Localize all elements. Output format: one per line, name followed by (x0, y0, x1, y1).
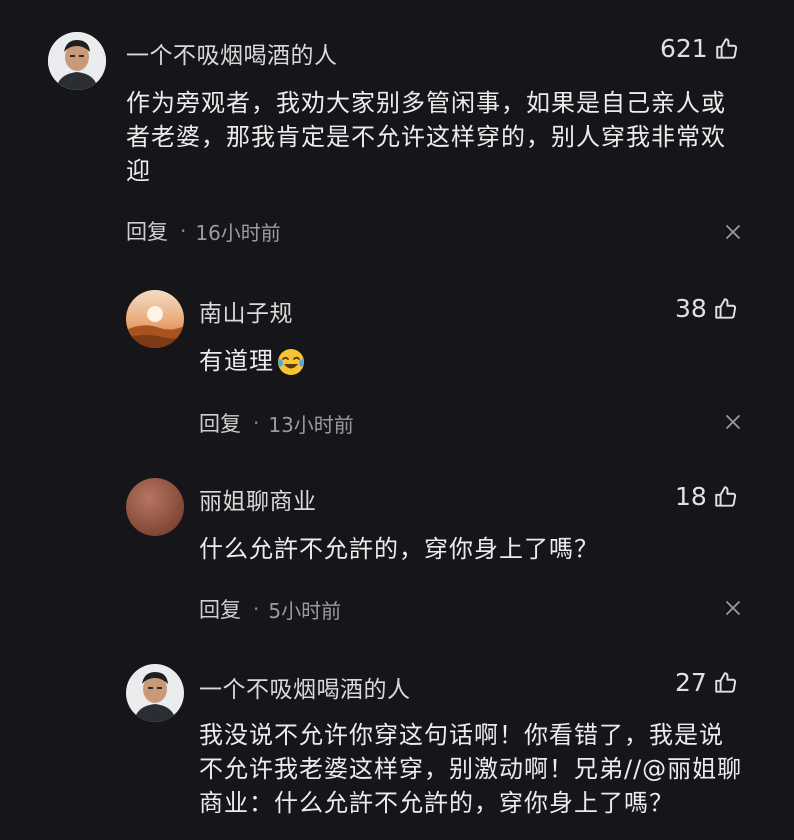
close-icon[interactable] (724, 599, 742, 617)
comment-meta: 回复 · 13小时前 (199, 408, 354, 438)
avatar[interactable] (48, 32, 106, 90)
comment-author[interactable]: 一个不吸烟喝酒的人 (126, 36, 338, 70)
reply-item: 南山子规 38 有道理 回复 · 13小时前 (0, 270, 794, 450)
desert-sunset-avatar-image (126, 290, 184, 348)
separator-dot: · (180, 219, 187, 243)
comment-author[interactable]: 南山子规 (199, 294, 293, 328)
thumbs-up-icon (715, 297, 736, 319)
crying-laughing-emoji-icon (278, 349, 304, 375)
comment-item: 一个不吸烟喝酒的人 621 作为旁观者，我劝大家别多管闲事，如果是自己亲人或者老… (0, 0, 794, 260)
like-count: 27 (675, 668, 707, 697)
person-avatar-image (126, 664, 184, 722)
thumbs-up-icon (715, 485, 736, 507)
reply-button[interactable]: 回复 (199, 408, 241, 438)
comment-meta: 回复 · 5小时前 (199, 594, 341, 624)
comment-text-row: 有道理 (199, 344, 739, 378)
reply-item: 丽姐聊商业 18 什么允許不允許的，穿你身上了嗎？ 回复 · 5小时前 (0, 458, 794, 638)
person-avatar-image (48, 32, 106, 90)
close-icon[interactable] (724, 413, 742, 431)
avatar[interactable] (126, 664, 184, 722)
like-count: 38 (675, 294, 707, 323)
comment-thread: 一个不吸烟喝酒的人 621 作为旁观者，我劝大家别多管闲事，如果是自己亲人或者老… (0, 0, 794, 840)
comment-text: 作为旁观者，我劝大家别多管闲事，如果是自己亲人或者老婆，那我肯定是不允许这样穿的… (126, 89, 726, 185)
like-button[interactable]: 621 (660, 34, 740, 63)
separator-dot: · (253, 597, 260, 621)
like-button[interactable]: 18 (675, 482, 739, 511)
comment-text: 我没说不允许你穿这句话啊！你看错了，我是说不允许我老婆这样穿，别激动啊！兄弟//… (199, 721, 743, 817)
brown-circle-avatar-image (126, 478, 184, 536)
avatar[interactable] (126, 290, 184, 348)
comment-author[interactable]: 一个不吸烟喝酒的人 (199, 670, 411, 704)
timestamp: 16小时前 (195, 220, 281, 245)
reply-button[interactable]: 回复 (126, 216, 168, 246)
thumbs-up-icon (715, 671, 736, 693)
reply-button[interactable]: 回复 (199, 594, 241, 624)
like-count: 18 (675, 482, 707, 511)
timestamp: 5小时前 (268, 598, 342, 623)
comment-text: 什么允許不允許的，穿你身上了嗎？ (199, 535, 599, 563)
avatar[interactable] (126, 478, 184, 536)
like-button[interactable]: 27 (675, 668, 739, 697)
reply-item: 一个不吸烟喝酒的人 27 我没说不允许你穿这句话啊！你看错了，我是说不允许我老婆… (0, 646, 794, 840)
comment-author[interactable]: 丽姐聊商业 (199, 482, 317, 516)
like-button[interactable]: 38 (675, 294, 739, 323)
thumbs-up-icon (715, 37, 737, 59)
timestamp: 13小时前 (268, 412, 354, 437)
comment-text: 有道理 (199, 347, 274, 375)
comment-meta: 回复 · 16小时前 (126, 216, 281, 246)
like-count: 621 (660, 34, 708, 63)
close-icon[interactable] (724, 223, 742, 241)
separator-dot: · (253, 411, 260, 435)
